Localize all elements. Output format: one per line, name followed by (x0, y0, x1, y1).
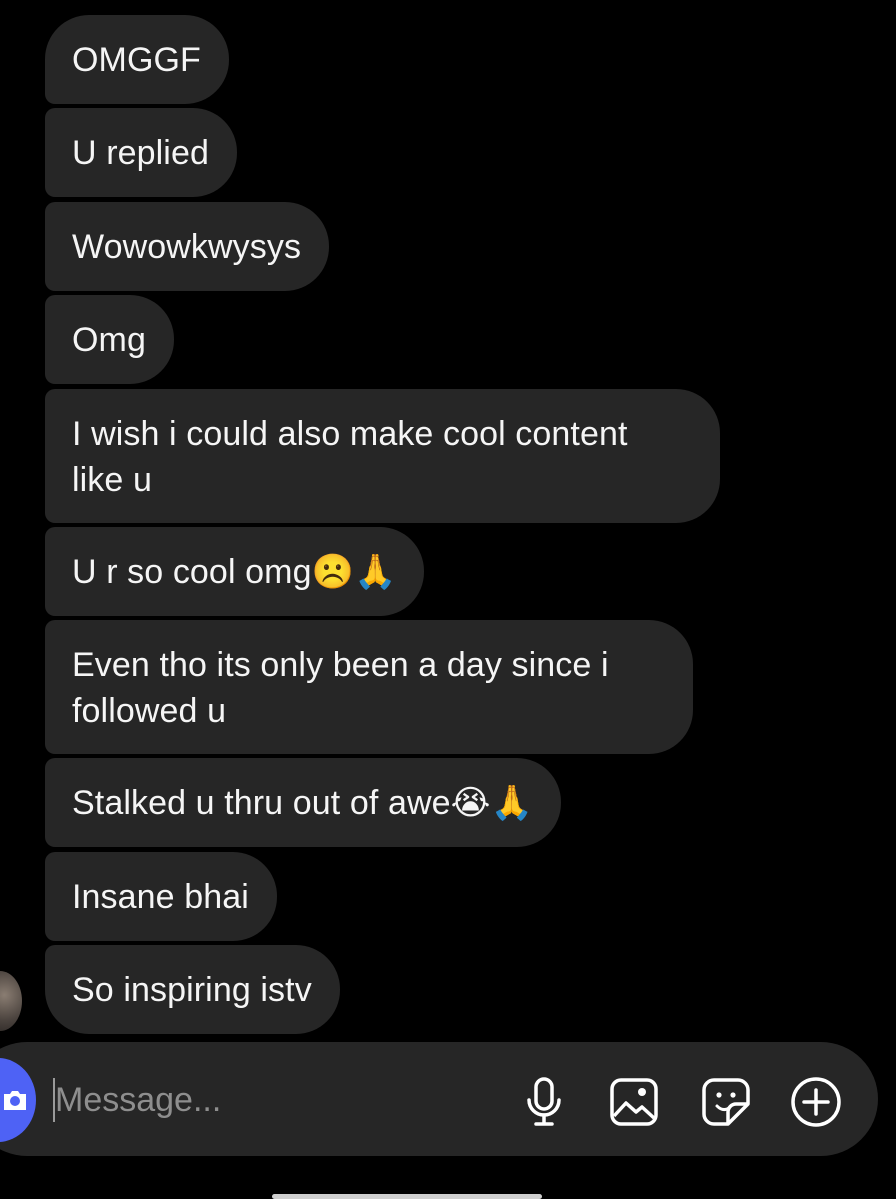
message-input[interactable] (55, 1072, 495, 1128)
microphone-button[interactable] (516, 1074, 572, 1130)
message-text: OMGGF (72, 41, 201, 79)
message-text: U replied (72, 134, 209, 172)
message-bubble[interactable]: Even tho its only been a day since i fol… (45, 620, 693, 754)
message-bubble[interactable]: Wowowkwysys (45, 202, 330, 291)
sticker-button[interactable] (698, 1074, 754, 1130)
home-indicator (272, 1194, 542, 1199)
plus-icon (791, 1077, 841, 1127)
message-bubble[interactable]: I wish i could also make cool content li… (45, 389, 720, 523)
message-bubble[interactable]: Stalked u thru out of awe😭🙏 (45, 758, 561, 847)
gallery-icon (610, 1078, 658, 1126)
message-text: U r so cool omg☹️🙏 (72, 553, 397, 591)
message-bubble[interactable]: Insane bhai (45, 852, 277, 941)
message-bubble[interactable]: OMGGF (45, 15, 229, 104)
message-bubble[interactable]: Omg (45, 295, 174, 384)
camera-icon (4, 1091, 26, 1110)
message-text: So inspiring istv (72, 971, 312, 1009)
message-text: Wowowkwysys (72, 228, 302, 266)
message-text: Even tho its only been a day since i fol… (72, 646, 609, 730)
message-bubble[interactable]: U r so cool omg☹️🙏 (45, 527, 425, 616)
message-text: Stalked u thru out of awe😭🙏 (72, 784, 533, 822)
avatar[interactable] (0, 971, 22, 1031)
message-text: I wish i could also make cool content li… (72, 415, 628, 499)
message-text: Omg (72, 321, 146, 359)
message-bubble[interactable]: So inspiring istv (45, 945, 340, 1034)
message-bubble[interactable]: U replied (45, 108, 237, 197)
message-text: Insane bhai (72, 878, 249, 916)
gallery-button[interactable] (606, 1074, 662, 1130)
add-button[interactable] (788, 1074, 844, 1130)
sticker-icon (702, 1078, 750, 1126)
microphone-icon (527, 1077, 561, 1126)
